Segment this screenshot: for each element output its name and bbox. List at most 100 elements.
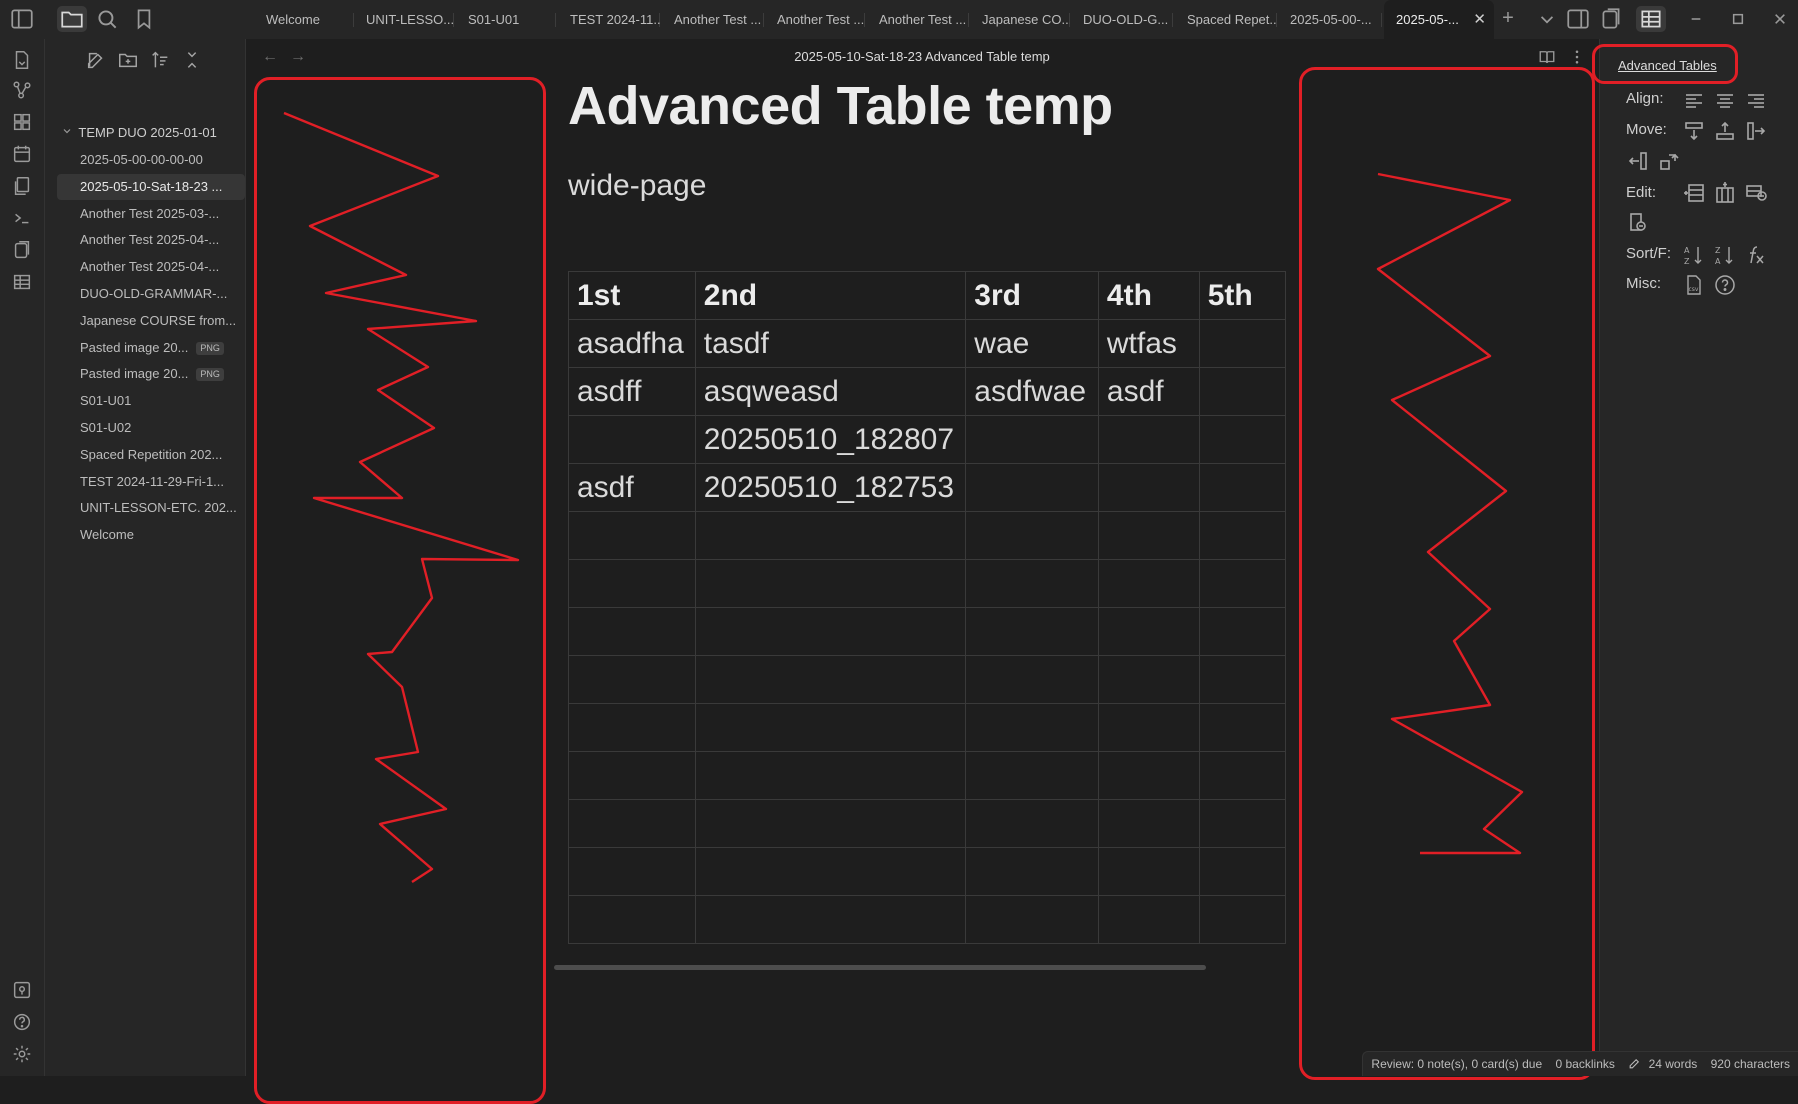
file-item[interactable]: 2025-05-10-Sat-18-23 ... bbox=[57, 173, 245, 200]
terminal-icon[interactable] bbox=[11, 207, 33, 229]
tab-4[interactable]: Another Test ... bbox=[662, 0, 764, 39]
file-item[interactable]: Another Test 2025-04-... bbox=[80, 254, 273, 280]
tab-10[interactable]: 2025-05-00-... bbox=[1278, 0, 1382, 39]
file-item[interactable]: Pasted image 20... PNG bbox=[80, 335, 273, 361]
move-column-left-icon[interactable] bbox=[1626, 149, 1650, 173]
export-csv-icon[interactable]: csv bbox=[1682, 273, 1706, 297]
status-bar: Review: 0 note(s), 0 card(s) due 0 backl… bbox=[1362, 1051, 1798, 1076]
tab-label: Another Test ... bbox=[674, 12, 762, 27]
file-item[interactable]: S01-U02 bbox=[80, 415, 273, 441]
chevron-down-icon[interactable] bbox=[1534, 6, 1560, 32]
tab-0[interactable]: Welcome bbox=[254, 0, 354, 39]
file-label: Spaced Repetition 202... bbox=[80, 446, 223, 462]
file-type-badge: PNG bbox=[196, 368, 224, 382]
file-label: Another Test 2025-03-... bbox=[80, 205, 220, 221]
advanced-tables-ribbon-icon[interactable] bbox=[11, 271, 33, 293]
file-label: 2025-05-10-Sat-18-23 ... bbox=[80, 178, 223, 194]
file-item[interactable]: DUO-OLD-GRAMMAR-... bbox=[80, 281, 273, 307]
close-window-icon[interactable] bbox=[1767, 6, 1793, 32]
review-status[interactable]: Review: 0 note(s), 0 card(s) due bbox=[1371, 1057, 1542, 1071]
tab-9[interactable]: Spaced Repet... bbox=[1175, 0, 1277, 39]
file-item[interactable]: UNIT-LESSON-ETC. 202... bbox=[80, 495, 273, 521]
files-folder-icon[interactable] bbox=[57, 6, 87, 32]
insert-column-icon[interactable] bbox=[1713, 181, 1737, 205]
backlinks-count[interactable]: 0 backlinks bbox=[1556, 1057, 1615, 1071]
close-tab-icon[interactable]: ✕ bbox=[1473, 0, 1486, 39]
tab-6[interactable]: Another Test ... bbox=[867, 0, 969, 39]
align-center-icon[interactable] bbox=[1713, 89, 1737, 113]
new-note-icon[interactable] bbox=[85, 49, 107, 71]
tab-11[interactable]: 2025-05-... ✕ bbox=[1384, 0, 1494, 39]
move-column-right-icon[interactable] bbox=[1744, 119, 1768, 143]
tab-5[interactable]: Another Test ... bbox=[765, 0, 865, 39]
word-count: 24 words bbox=[1648, 1057, 1698, 1071]
file-label: S01-U02 bbox=[80, 420, 132, 435]
delete-column-icon[interactable] bbox=[1626, 211, 1650, 235]
graph-view-icon[interactable] bbox=[11, 79, 33, 101]
search-icon[interactable] bbox=[94, 6, 120, 32]
new-tab-button[interactable]: + bbox=[1495, 6, 1521, 32]
character-count: 920 characters bbox=[1710, 1057, 1790, 1071]
misc-label: Misc: bbox=[1626, 275, 1661, 292]
align-left-icon[interactable] bbox=[1682, 89, 1706, 113]
sort-descending-icon[interactable]: ZA bbox=[1713, 243, 1737, 267]
insert-row-icon[interactable] bbox=[1682, 181, 1706, 205]
flashcards-icon[interactable] bbox=[1598, 6, 1624, 32]
file-item[interactable]: Pasted image 20... PNG bbox=[80, 361, 273, 387]
calendar-icon[interactable] bbox=[11, 143, 33, 165]
move-row-down-icon[interactable] bbox=[1682, 119, 1706, 143]
file-item[interactable]: Another Test 2025-04-... bbox=[80, 227, 273, 253]
move-row-up-icon[interactable] bbox=[1713, 119, 1737, 143]
canvas-icon[interactable] bbox=[11, 111, 33, 133]
maximize-icon[interactable] bbox=[1725, 6, 1751, 32]
svg-text:A: A bbox=[1715, 257, 1721, 266]
file-label: Pasted image 20... bbox=[80, 339, 189, 355]
align-right-icon[interactable] bbox=[1744, 89, 1768, 113]
edit-pencil-icon[interactable] bbox=[1628, 1057, 1641, 1070]
table-icon[interactable] bbox=[1636, 6, 1666, 32]
folder-temp-duo[interactable]: TEMP DUO 2025-01-01 bbox=[61, 120, 217, 146]
formula-icon[interactable] bbox=[1744, 243, 1768, 267]
help-question-icon[interactable] bbox=[1713, 273, 1737, 297]
toggle-right-sidebar-icon[interactable] bbox=[1565, 6, 1591, 32]
delete-row-icon[interactable] bbox=[1744, 181, 1768, 205]
file-item[interactable]: S01-U01 bbox=[80, 388, 273, 414]
folder-label: TEMP DUO 2025-01-01 bbox=[78, 125, 217, 140]
file-label: TEST 2024-11-29-Fri-1... bbox=[80, 473, 225, 489]
align-label: Align: bbox=[1626, 90, 1664, 107]
tab-label: UNIT-LESSO... bbox=[366, 12, 454, 27]
file-item[interactable]: Another Test 2025-03-... bbox=[80, 201, 273, 227]
tab-1[interactable]: UNIT-LESSO... bbox=[354, 0, 454, 39]
collapse-all-icon[interactable] bbox=[181, 49, 203, 71]
sort-label: Sort/F: bbox=[1626, 245, 1672, 262]
bookmark-icon[interactable] bbox=[131, 6, 157, 32]
tab-label: 2025-05-00-... bbox=[1290, 12, 1372, 27]
edit-label: Edit: bbox=[1626, 184, 1657, 201]
tab-7[interactable]: Japanese CO... bbox=[970, 0, 1070, 39]
file-item[interactable]: TEST 2024-11-29-Fri-1... bbox=[80, 469, 273, 495]
new-folder-icon[interactable] bbox=[117, 49, 139, 71]
file-item[interactable]: Welcome bbox=[80, 522, 273, 548]
file-item[interactable]: 2025-05-00-00-00-00 bbox=[80, 147, 273, 173]
vault-switcher-icon[interactable] bbox=[11, 979, 33, 1001]
file-item[interactable]: Spaced Repetition 202... bbox=[80, 442, 273, 468]
svg-text:A: A bbox=[1684, 246, 1690, 255]
sort-icon[interactable] bbox=[149, 49, 171, 71]
toggle-sidebar-icon[interactable] bbox=[9, 6, 35, 32]
minimize-icon[interactable] bbox=[1683, 6, 1709, 32]
settings-gear-icon[interactable] bbox=[11, 1043, 33, 1065]
tab-label: Welcome bbox=[266, 12, 320, 27]
sort-ascending-icon[interactable]: AZ bbox=[1682, 243, 1706, 267]
transpose-icon[interactable] bbox=[1657, 149, 1681, 173]
tab-2[interactable]: S01-U01 bbox=[456, 0, 556, 39]
tab-label: S01-U01 bbox=[468, 12, 520, 27]
help-icon[interactable] bbox=[11, 1011, 33, 1033]
templates-icon[interactable] bbox=[11, 175, 33, 197]
chevron-down-icon bbox=[61, 125, 75, 137]
tab-3[interactable]: TEST 2024-11... bbox=[558, 0, 660, 39]
open-quick-switcher-icon[interactable] bbox=[11, 49, 33, 71]
file-item[interactable]: Japanese COURSE from... bbox=[80, 308, 273, 334]
svg-text:Z: Z bbox=[1715, 246, 1721, 255]
review-flashcards-icon[interactable] bbox=[11, 239, 33, 261]
tab-8[interactable]: DUO-OLD-G... bbox=[1071, 0, 1173, 39]
